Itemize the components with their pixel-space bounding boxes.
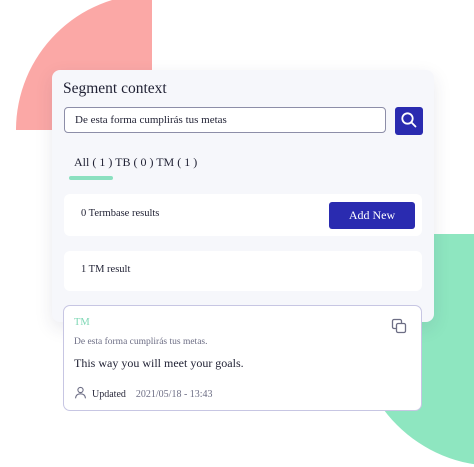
tm-results-label: 1 TM result [81, 264, 131, 275]
tm-meta: Updated 2021/05/18 - 13:43 [74, 386, 213, 402]
add-new-button[interactable]: Add New [329, 202, 415, 229]
search-icon [400, 111, 418, 132]
search-button[interactable] [395, 107, 423, 135]
copy-icon[interactable] [391, 318, 407, 339]
tm-label: TM [74, 317, 90, 328]
tm-target-text: This way you will meet your goals. [74, 356, 244, 370]
filter-tabs[interactable]: All ( 1 ) TB ( 0 ) TM ( 1 ) [74, 155, 197, 170]
tm-results-card: 1 TM result [64, 251, 422, 291]
updated-label: Updated [92, 388, 126, 400]
termbase-results-label: 0 Termbase results [81, 208, 160, 219]
active-tab-indicator [69, 176, 113, 180]
panel-title: Segment context [63, 80, 167, 97]
updated-date: 2021/05/18 - 13:43 [135, 388, 213, 400]
search-input[interactable] [64, 107, 386, 133]
tm-source-text: De esta forma cumplirás tus metas. [74, 337, 208, 347]
user-icon [74, 386, 87, 402]
termbase-results-card: 0 Termbase results Add New [64, 194, 422, 236]
segment-context-panel: Segment context All ( 1 ) TB ( 0 ) TM ( … [52, 70, 434, 322]
tm-match-card[interactable]: TM De esta forma cumplirás tus metas. Th… [63, 305, 422, 411]
